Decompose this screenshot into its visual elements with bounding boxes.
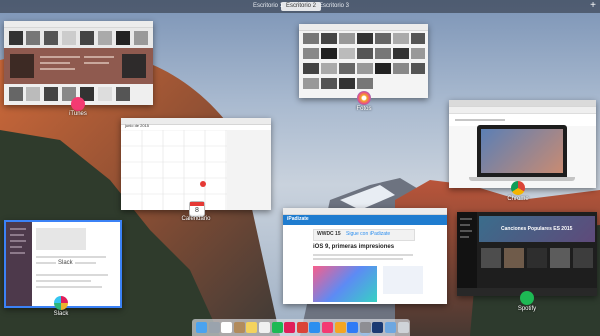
photos-titlebar [299, 24, 428, 31]
photos-icon[interactable] [334, 322, 346, 333]
ipadizate-header: iPadizate [283, 215, 447, 225]
safari-titlebar [283, 208, 447, 215]
reminders-icon[interactable] [259, 322, 270, 333]
itunes-titlebar [4, 21, 153, 28]
calendar-month-header: junio de 2015 [125, 123, 150, 128]
itunes-label: iTunes [69, 111, 87, 117]
launchpad-icon[interactable] [208, 322, 220, 333]
safari-icon[interactable] [309, 322, 321, 333]
chrome-address-bar[interactable] [449, 107, 596, 114]
chrome-icon[interactable] [296, 322, 308, 333]
calendar-grid [121, 130, 271, 210]
spotify-banner: Canciones Populares ES 2015 [479, 216, 595, 242]
slack-sidebar [6, 222, 32, 306]
album-grid-top [4, 28, 153, 48]
spotify-sidebar [457, 212, 477, 296]
chrome-window[interactable] [449, 100, 596, 188]
spotify-banner-title: Canciones Populares ES 2015 [501, 226, 573, 232]
photos-label: Fotos [356, 106, 372, 112]
dock [192, 319, 410, 336]
wwdc-subtitle: Sigue con iPadizate [346, 231, 391, 237]
calendar-day-number: 8 [195, 207, 199, 214]
chrome-label: Chrome [507, 196, 529, 202]
photos-icon [357, 91, 371, 105]
safari-window[interactable]: iPadizate WWDC 15 Sigue con iPadizate iO… [283, 208, 447, 304]
calendar-window[interactable]: junio de 2015 [121, 118, 271, 210]
chrome-titlebar [449, 100, 596, 107]
spotify-window[interactable]: Canciones Populares ES 2015 [457, 212, 597, 296]
slack-label: Slack [53, 311, 69, 317]
slack-center-text: Slack [56, 260, 75, 266]
side-ad [383, 266, 423, 294]
wwdc-banner: WWDC 15 Sigue con iPadizate [313, 229, 415, 241]
spotify-label: Spotify [517, 306, 537, 312]
slack-icon [54, 296, 68, 310]
slack-window[interactable]: Slack [4, 220, 122, 308]
contacts-icon[interactable] [233, 322, 245, 333]
article-image [313, 266, 377, 302]
spaces-bar: Escritorio 1 Escritorio 2 Escritorio 3 + [0, 0, 600, 13]
tab-escritorio-3[interactable]: Escritorio 3 [314, 2, 354, 11]
preferences-icon[interactable] [359, 322, 371, 333]
add-space-button[interactable]: + [590, 0, 596, 12]
spotify-icon [520, 291, 534, 305]
album-detail-panel [4, 48, 153, 84]
finder-icon[interactable] [196, 322, 207, 333]
calendar-icon: 8 [189, 201, 205, 217]
slack-icon[interactable] [284, 322, 296, 333]
trash-icon[interactable] [397, 322, 409, 333]
calendar-icon[interactable] [221, 322, 233, 333]
appstore-icon[interactable] [347, 322, 359, 333]
photos-window[interactable] [299, 24, 428, 98]
site-logo: iPadizate [287, 216, 309, 222]
calendar-label: Calendario [181, 216, 211, 222]
itunes-icon[interactable] [322, 322, 333, 333]
photoshop-icon[interactable] [372, 322, 384, 333]
itunes-window[interactable] [4, 21, 153, 105]
article-headline: iOS 9, primeras impresiones [313, 244, 395, 250]
folder-icon[interactable] [385, 322, 396, 333]
mission-control-desktop: Escritorio 1 Escritorio 2 Escritorio 3 + [0, 0, 600, 336]
itunes-icon [71, 97, 85, 111]
macbook-image [469, 125, 575, 181]
chrome-icon [511, 181, 525, 195]
slack-shared-image [36, 228, 86, 250]
wwdc-title: WWDC 15 [317, 231, 341, 237]
notes-icon[interactable] [246, 322, 258, 333]
spotify-icon[interactable] [271, 322, 283, 333]
